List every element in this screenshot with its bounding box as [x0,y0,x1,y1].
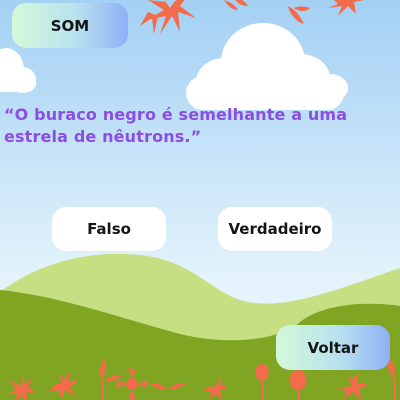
question-text: “O buraco negro é semelhante a uma estre… [4,105,348,146]
false-answer-button[interactable]: Falso [52,207,166,251]
back-button[interactable]: Voltar [276,325,390,370]
game-scene: SOM “O buraco negro é semelhante a uma e… [0,0,400,400]
sound-button[interactable]: SOM [12,3,128,48]
true-answer-button[interactable]: Verdadeiro [218,207,332,251]
